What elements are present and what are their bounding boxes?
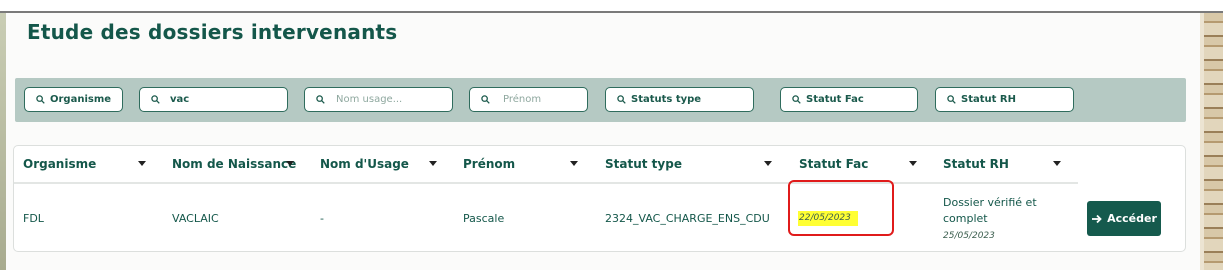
column-header-nom-naissance[interactable]: Nom de Naissance <box>172 157 296 171</box>
cell-statut-rh: Dossier vérifié et complet <box>943 196 1037 225</box>
filter-prenom[interactable]: Prénom <box>469 87 588 112</box>
search-icon <box>36 95 45 104</box>
filter-nom-naissance[interactable]: vac <box>139 87 288 112</box>
column-header-statut-rh[interactable]: Statut RH <box>943 157 1009 171</box>
search-icon <box>316 95 325 104</box>
filter-bar: Organisme vac Nom usage... Prénom Statut… <box>15 78 1186 122</box>
acceder-label: Accéder <box>1107 212 1157 225</box>
column-header-prenom[interactable]: Prénom <box>463 157 515 171</box>
sort-caret-icon[interactable] <box>286 161 294 166</box>
filter-nom-usage[interactable]: Nom usage... <box>304 87 453 112</box>
header-divider <box>14 182 1078 184</box>
column-header-statut-fac[interactable]: Statut Fac <box>799 157 868 171</box>
annotation-highlight-box <box>788 180 894 236</box>
sort-caret-icon[interactable] <box>1053 161 1061 166</box>
sort-caret-icon[interactable] <box>138 161 146 166</box>
filter-statuts-type[interactable]: Statuts type <box>605 87 754 112</box>
sort-caret-icon[interactable] <box>429 161 437 166</box>
arrow-right-icon <box>1092 214 1102 223</box>
filter-statut-fac[interactable]: Statut Fac <box>780 87 918 112</box>
filter-label: Organisme <box>50 94 112 105</box>
cell-statut-type: 2324_VAC_CHARGE_ENS_CDU <box>605 212 770 225</box>
cell-prenom: Pascale <box>463 212 505 225</box>
search-icon <box>947 95 956 104</box>
background-right-decoration <box>1200 13 1223 270</box>
filter-label: Statut RH <box>961 94 1016 105</box>
column-header-nom-usage[interactable]: Nom d'Usage <box>320 157 409 171</box>
acceder-button[interactable]: Accéder <box>1087 201 1161 236</box>
column-header-organisme[interactable]: Organisme <box>23 157 96 171</box>
search-icon <box>792 95 801 104</box>
filter-statut-rh[interactable]: Statut RH <box>935 87 1074 112</box>
sort-caret-icon[interactable] <box>909 161 917 166</box>
search-icon <box>617 95 626 104</box>
search-icon <box>481 95 490 104</box>
sort-caret-icon[interactable] <box>570 161 578 166</box>
column-header-statut-type[interactable]: Statut type <box>605 157 682 171</box>
filter-value: vac <box>170 94 190 105</box>
cell-statut-rh-date: 25/05/2023 <box>943 231 995 241</box>
filter-placeholder: Prénom <box>503 94 542 105</box>
page-title: Etude des dossiers intervenants <box>27 20 398 44</box>
cell-organisme: FDL <box>23 212 44 225</box>
cell-nom-usage: - <box>320 212 324 225</box>
filter-label: Statut Fac <box>806 94 864 105</box>
filter-organisme[interactable]: Organisme <box>24 87 123 112</box>
window-top-edge <box>0 0 1223 13</box>
sort-caret-icon[interactable] <box>764 161 772 166</box>
search-icon <box>151 95 160 104</box>
background-left-strip <box>0 13 6 270</box>
cell-nom-naissance: VACLAIC <box>172 212 219 225</box>
filter-label: Statuts type <box>631 94 702 105</box>
filter-placeholder: Nom usage... <box>336 94 403 105</box>
